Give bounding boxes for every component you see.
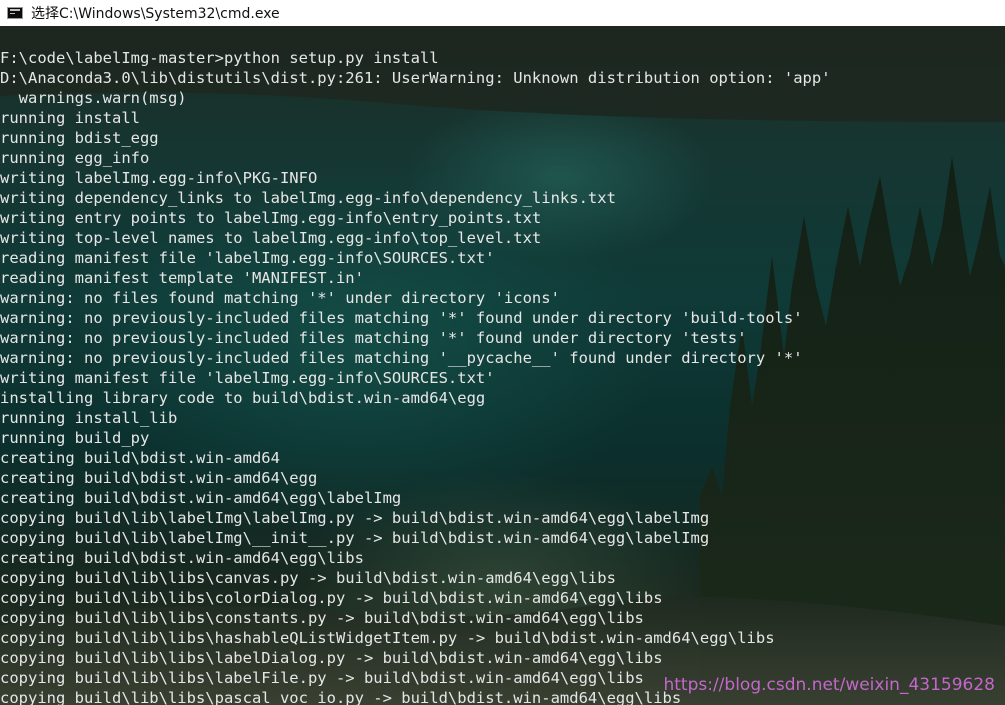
console-line: writing labelImg.egg-info\PKG-INFO <box>0 169 318 187</box>
console-line: installing library code to build\bdist.w… <box>0 389 486 407</box>
console-line: running install <box>0 109 140 127</box>
console-line: warnings.warn(msg) <box>0 89 187 107</box>
console-line: copying build\lib\libs\labelDialog.py ->… <box>0 649 663 667</box>
window-title: 选择C:\Windows\System32\cmd.exe <box>31 6 280 22</box>
console-line: creating build\bdist.win-amd64\egg\libs <box>0 549 364 567</box>
console-area[interactable]: F:\code\labelImg-master>python setup.py … <box>0 26 1005 705</box>
console-line: warning: no previously-included files ma… <box>0 309 803 327</box>
console-line: running bdist_egg <box>0 129 159 147</box>
console-line: warning: no files found matching '*' und… <box>0 289 560 307</box>
console-line: creating build\bdist.win-amd64\egg <box>0 469 318 487</box>
console-line: writing top-level names to labelImg.egg-… <box>0 229 542 247</box>
console-line: F:\code\labelImg-master>python setup.py … <box>0 49 439 67</box>
console-line: writing manifest file 'labelImg.egg-info… <box>0 369 495 387</box>
console-line: copying build\lib\labelImg\labelImg.py -… <box>0 509 710 527</box>
console-line: writing dependency_links to labelImg.egg… <box>0 189 616 207</box>
cmd-window: 选择C:\Windows\System32\cmd.exe F:\code\la… <box>0 0 1005 705</box>
console-line: warning: no previously-included files ma… <box>0 329 747 347</box>
console-line: copying build\lib\libs\hashableQListWidg… <box>0 629 775 647</box>
console-output: F:\code\labelImg-master>python setup.py … <box>0 48 831 705</box>
console-line: D:\Anaconda3.0\lib\distutils\dist.py:261… <box>0 69 831 87</box>
console-line: running egg_info <box>0 149 150 167</box>
title-bar[interactable]: 选择C:\Windows\System32\cmd.exe <box>0 0 1005 26</box>
console-line: creating build\bdist.win-amd64\egg\label… <box>0 489 402 507</box>
watermark-url: https://blog.csdn.net/weixin_43159628 <box>663 675 995 695</box>
cmd-console-icon <box>7 7 23 19</box>
console-line: reading manifest file 'labelImg.egg-info… <box>0 249 495 267</box>
console-line: reading manifest template 'MANIFEST.in' <box>0 269 364 287</box>
console-line: warning: no previously-included files ma… <box>0 349 803 367</box>
console-line: copying build\lib\labelImg\__init__.py -… <box>0 529 710 547</box>
console-line: copying build\lib\libs\constants.py -> b… <box>0 609 644 627</box>
console-line: creating build\bdist.win-amd64 <box>0 449 280 467</box>
console-line: writing entry points to labelImg.egg-inf… <box>0 209 542 227</box>
console-line: running install_lib <box>0 409 178 427</box>
console-line: running build_py <box>0 429 150 447</box>
console-line: copying build\lib\libs\canvas.py -> buil… <box>0 569 616 587</box>
console-line: copying build\lib\libs\colorDialog.py ->… <box>0 589 663 607</box>
